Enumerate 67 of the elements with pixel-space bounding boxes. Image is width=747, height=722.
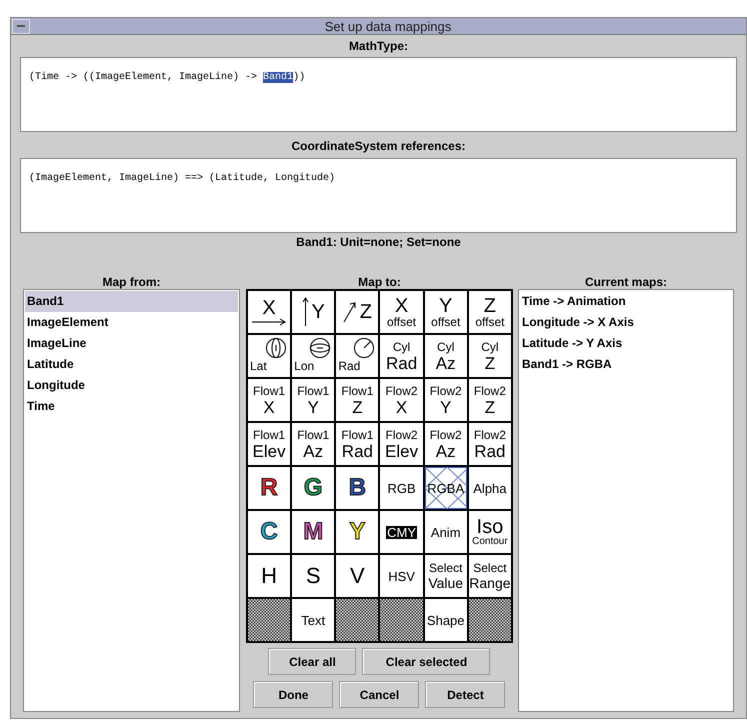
- mapping-cell[interactable]: Z: [336, 291, 378, 333]
- mapping-entry: Time -> Animation: [520, 293, 627, 310]
- coordinate-system-label: CoordinateSystem references:: [290, 138, 467, 155]
- action-button[interactable]: Detect: [425, 681, 506, 708]
- action-button[interactable]: Done: [253, 681, 334, 708]
- math-type-label: MathType:: [348, 38, 410, 55]
- action-button[interactable]: Clear selected: [362, 648, 490, 675]
- minus-icon: [17, 25, 25, 27]
- window-menu-button[interactable]: [12, 18, 30, 34]
- mapping-cell[interactable]: Y: [292, 291, 334, 333]
- mapping-cell[interactable]: M: [292, 511, 334, 553]
- diagonal-arrow-icon: [342, 301, 357, 323]
- action-button[interactable]: Clear all: [268, 648, 356, 675]
- unit-info-text: Band1: Unit=none; Set=none: [295, 234, 462, 251]
- mapping-cell[interactable]: Select Range: [468, 555, 511, 597]
- mapping-entry: Longitude -> X Axis: [520, 314, 635, 331]
- mapping-cell[interactable]: Flow1 Elev: [248, 423, 290, 465]
- mapping-cell[interactable]: Flow1 Y: [292, 379, 334, 421]
- current-maps-label: Current maps:: [584, 274, 668, 289]
- mapping-cell[interactable]: Anim: [424, 511, 467, 553]
- mapping-cell[interactable]: S: [292, 555, 334, 597]
- mapping-cell[interactable]: Cyl Az: [424, 335, 467, 377]
- mapping-cell[interactable]: Flow2 Z: [468, 379, 511, 421]
- right-arrow-icon: [251, 318, 288, 326]
- mapping-entry: Band1 -> RGBA: [520, 356, 613, 373]
- mapping-cell[interactable]: Shape: [424, 599, 467, 641]
- mapping-cell[interactable]: Cyl Rad: [380, 335, 423, 377]
- mapping-cell[interactable]: H: [248, 555, 290, 597]
- mapping-cell[interactable]: Flow1 Z: [336, 379, 378, 421]
- mapping-cell[interactable]: Lon: [292, 335, 334, 377]
- mapping-cell[interactable]: Alpha: [468, 467, 511, 509]
- globe-icon: [309, 337, 332, 359]
- mapping-cell[interactable]: X offset: [380, 291, 423, 333]
- mapping-cell[interactable]: Flow2 Y: [424, 379, 467, 421]
- mapping-cell[interactable]: Iso Contour: [468, 511, 511, 553]
- radius-circle-icon: [353, 337, 376, 359]
- mapping-cell[interactable]: Text: [292, 599, 334, 641]
- mapping-cell[interactable]: Rad: [336, 335, 378, 377]
- mapping-cell[interactable]: Flow2 Elev: [380, 423, 423, 465]
- list-item[interactable]: Band1: [25, 291, 238, 312]
- mapping-entry: Latitude -> Y Axis: [520, 335, 624, 352]
- map-from-label: Map from:: [101, 274, 162, 289]
- mapping-cell[interactable]: Lat: [248, 335, 290, 377]
- mapping-cell[interactable]: X: [248, 291, 290, 333]
- map-to-label: Map to:: [357, 274, 402, 289]
- mapping-cell[interactable]: Flow2 X: [380, 379, 423, 421]
- window-title: Set up data mappings: [324, 20, 452, 32]
- mapping-cell[interactable]: Flow1 X: [248, 379, 290, 421]
- mapping-cell[interactable]: Select Value: [424, 555, 467, 597]
- mapping-cell[interactable]: Y offset: [424, 291, 467, 333]
- mapping-cell[interactable]: V: [336, 555, 378, 597]
- mapping-cell[interactable]: RGB: [380, 467, 423, 509]
- up-arrow-icon: [302, 297, 309, 327]
- mapping-cell[interactable]: Flow2 Az: [424, 423, 467, 465]
- mapping-cell[interactable]: Z offset: [468, 291, 511, 333]
- coordinate-system-field[interactable]: (ImageElement, ImageLine) ==> (Latitude, Longitude): [20, 158, 737, 233]
- action-button[interactable]: Cancel: [339, 681, 420, 708]
- mapping-cell[interactable]: HSV: [380, 555, 423, 597]
- globe-icon: [265, 337, 288, 359]
- mapping-cell[interactable]: B: [336, 467, 378, 509]
- math-type-field[interactable]: (Time -> ((ImageElement, ImageLine) -> Band1)): [20, 57, 737, 132]
- mapping-cell[interactable]: CMY: [380, 511, 423, 553]
- mapping-cell[interactable]: R: [248, 467, 290, 509]
- mapping-cell[interactable]: Cyl Z: [468, 335, 511, 377]
- mapping-cell[interactable]: Flow1 Rad: [336, 423, 378, 465]
- mapping-cell[interactable]: Flow2 Rad: [468, 423, 511, 465]
- mapping-cell[interactable]: Flow1 Az: [292, 423, 334, 465]
